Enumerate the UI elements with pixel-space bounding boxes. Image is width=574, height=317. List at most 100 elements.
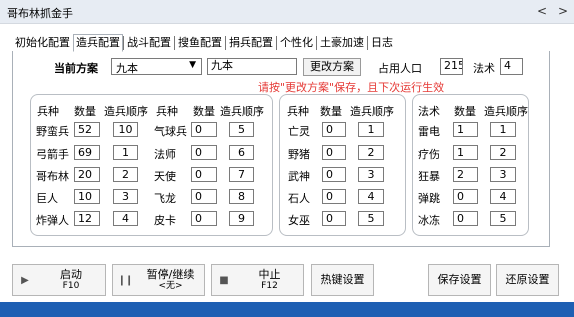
population-input[interactable]: 215: [440, 58, 463, 75]
nav-next-button[interactable]: >: [558, 4, 568, 18]
dark-troop-qty-input[interactable]: 0: [322, 167, 346, 182]
spell-order-input[interactable]: 2: [490, 145, 516, 160]
troop-qty-input[interactable]: 69: [74, 145, 100, 160]
dark-troop-qty-input[interactable]: 0: [322, 211, 346, 226]
dark-troop-order-input[interactable]: 2: [358, 145, 384, 160]
troop-order-input[interactable]: 8: [229, 189, 254, 204]
dark-troop-qty-input[interactable]: 0: [322, 145, 346, 160]
troop-order-input[interactable]: 5: [229, 122, 254, 137]
population-label: 占用人口: [378, 62, 422, 75]
header-order: 造兵顺序: [220, 105, 264, 118]
spell-capacity-input[interactable]: 4: [500, 58, 523, 75]
app-title: 哥布林抓金手: [7, 7, 73, 20]
tab-init-config[interactable]: 初始化配置: [12, 34, 73, 52]
troop-name: 飞龙: [154, 192, 176, 205]
stop-button[interactable]: ■ 中止 F12: [211, 264, 304, 296]
warning-text: 请按"更改方案"保存，且下次运行生效: [258, 81, 445, 94]
spell-name: 疗伤: [418, 148, 440, 161]
troop-qty-input[interactable]: 0: [191, 167, 217, 182]
stop-hotkey: F12: [261, 281, 278, 291]
start-label: 启动: [60, 268, 82, 281]
title-bar: 哥布林抓金手 < >: [0, 0, 574, 24]
tab-log[interactable]: 日志: [368, 34, 396, 52]
start-button[interactable]: ▶ 启动 F10: [12, 264, 106, 296]
spell-order-input[interactable]: 1: [490, 122, 516, 137]
spell-qty-input[interactable]: 0: [453, 189, 478, 204]
troop-order-input[interactable]: 6: [229, 145, 254, 160]
troop-order-input[interactable]: 4: [113, 211, 138, 226]
header-qty: 数量: [320, 105, 342, 118]
dark-troop-order-input[interactable]: 3: [358, 167, 384, 182]
troop-order-input[interactable]: 2: [113, 167, 138, 182]
taskbar-strip: [0, 302, 574, 317]
dark-troop-name: 野猪: [288, 148, 310, 161]
play-icon: ▶: [21, 274, 29, 286]
troop-qty-input[interactable]: 0: [191, 122, 217, 137]
header-troop: 兵种: [287, 105, 309, 118]
troop-order-input[interactable]: 9: [229, 211, 254, 226]
start-hotkey: F10: [62, 281, 80, 291]
header-order: 造兵顺序: [104, 105, 148, 118]
troop-order-input[interactable]: 10: [113, 122, 138, 137]
header-spell: 法术: [418, 105, 440, 118]
stop-label: 中止: [258, 268, 281, 281]
troop-name: 法师: [154, 148, 176, 161]
restore-settings-button[interactable]: 还原设置: [496, 264, 559, 296]
dark-troop-qty-input[interactable]: 0: [322, 122, 346, 137]
dark-troop-order-input[interactable]: 1: [358, 122, 384, 137]
tab-troop-config[interactable]: 造兵配置: [73, 34, 123, 52]
header-qty: 数量: [193, 105, 215, 118]
hotkey-settings-button[interactable]: 热键设置: [311, 264, 374, 296]
header-order: 造兵顺序: [350, 105, 394, 118]
dark-troop-order-input[interactable]: 5: [358, 211, 384, 226]
spell-order-input[interactable]: 3: [490, 167, 516, 182]
dark-troop-name: 武神: [288, 170, 310, 183]
troop-qty-input[interactable]: 12: [74, 211, 100, 226]
plan-label: 当前方案: [54, 62, 98, 75]
troop-qty-input[interactable]: 0: [191, 211, 217, 226]
spell-capacity-label: 法术: [473, 62, 495, 75]
save-settings-button[interactable]: 保存设置: [428, 264, 491, 296]
spell-qty-input[interactable]: 2: [453, 167, 478, 182]
spell-name: 弹跳: [418, 192, 440, 205]
pause-button[interactable]: ❙❙ 暂停/继续 <无>: [112, 264, 205, 296]
troop-order-input[interactable]: 7: [229, 167, 254, 182]
plan-name-input[interactable]: 九本: [207, 58, 297, 75]
pause-icon: ❙❙: [117, 274, 134, 286]
header-troop: 兵种: [156, 105, 178, 118]
troop-qty-input[interactable]: 0: [191, 145, 217, 160]
troop-name: 天使: [154, 170, 176, 183]
change-plan-button[interactable]: 更改方案: [303, 58, 361, 76]
dark-troop-qty-input[interactable]: 0: [322, 189, 346, 204]
troop-order-input[interactable]: 1: [113, 145, 138, 160]
troop-name: 气球兵: [154, 125, 187, 138]
spell-name: 狂暴: [418, 170, 440, 183]
plan-select[interactable]: 九本 ▼: [111, 58, 202, 75]
troop-name: 巨人: [36, 192, 58, 205]
troop-order-input[interactable]: 3: [113, 189, 138, 204]
tab-bar: 初始化配置 造兵配置 战斗配置 搜鱼配置 捐兵配置 个性化 土豪加速 日志: [12, 34, 396, 52]
header-order: 造兵顺序: [484, 105, 528, 118]
tab-search-config[interactable]: 搜鱼配置: [175, 34, 225, 52]
spell-qty-input[interactable]: 1: [453, 145, 478, 160]
troop-qty-input[interactable]: 20: [74, 167, 100, 182]
troop-qty-input[interactable]: 0: [191, 189, 217, 204]
dark-troop-name: 石人: [288, 192, 310, 205]
nav-prev-button[interactable]: <: [537, 4, 547, 18]
spell-qty-input[interactable]: 1: [453, 122, 478, 137]
troop-name: 野蛮兵: [36, 125, 69, 138]
troop-name: 炸弹人: [36, 214, 69, 227]
troop-qty-input[interactable]: 52: [74, 122, 100, 137]
tab-personalize[interactable]: 个性化: [277, 34, 316, 52]
tab-battle-config[interactable]: 战斗配置: [124, 34, 174, 52]
spell-name: 雷电: [418, 125, 440, 138]
troop-qty-input[interactable]: 10: [74, 189, 100, 204]
tab-boost[interactable]: 土豪加速: [317, 34, 367, 52]
stop-icon: ■: [219, 274, 229, 286]
tab-donate-config[interactable]: 捐兵配置: [226, 34, 276, 52]
spell-qty-input[interactable]: 0: [453, 211, 478, 226]
pause-label: 暂停/继续: [146, 268, 195, 281]
dark-troop-order-input[interactable]: 4: [358, 189, 384, 204]
spell-order-input[interactable]: 4: [490, 189, 516, 204]
spell-order-input[interactable]: 5: [490, 211, 516, 226]
